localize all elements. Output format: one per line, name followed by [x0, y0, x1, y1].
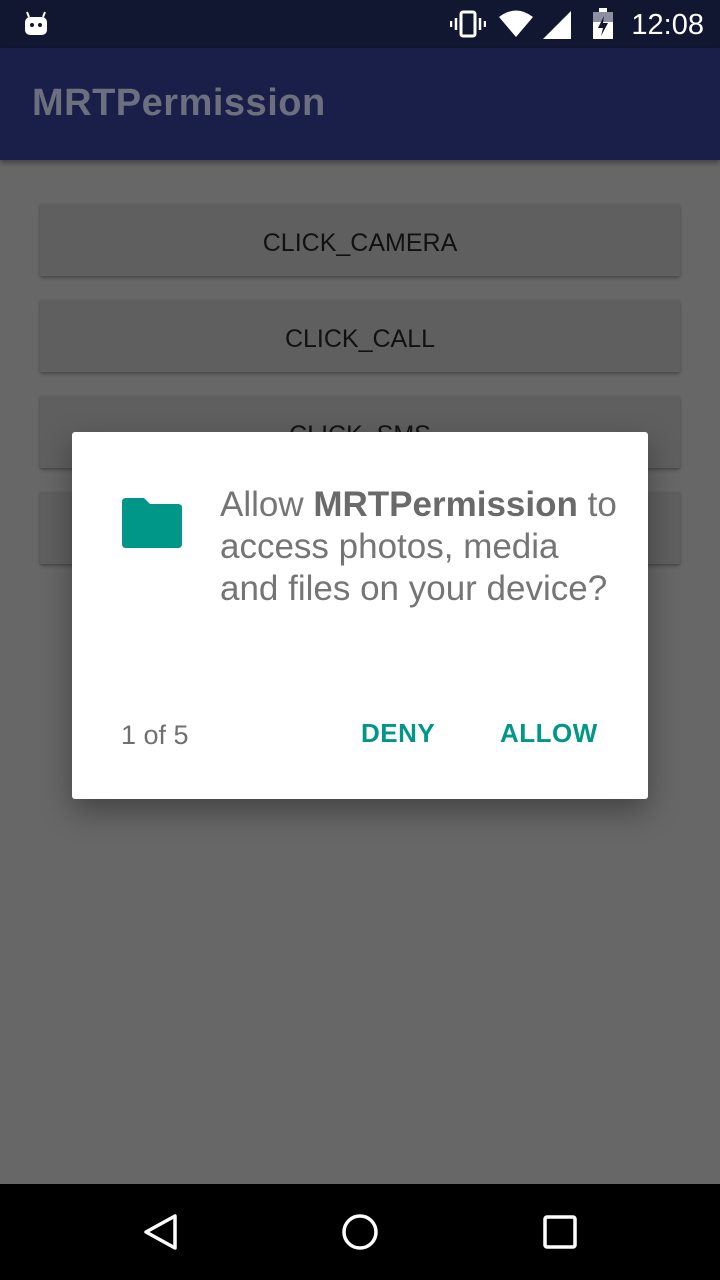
android-debug-icon	[25, 11, 47, 35]
screen: 12:08 MRTPermission CLICK_CAMERA CLICK_C…	[0, 0, 720, 1280]
page-counter: 1 of 5	[121, 720, 189, 750]
folder-icon	[122, 498, 182, 548]
app-bar: MRTPermission	[0, 48, 720, 160]
allow-button[interactable]: ALLOW	[494, 714, 604, 753]
vibrate-icon	[450, 10, 486, 38]
permission-dialog: Allow MRTPermission to access photos, me…	[72, 432, 648, 799]
home-icon[interactable]	[340, 1212, 380, 1252]
status-time: 12:08	[631, 9, 704, 41]
deny-button[interactable]: DENY	[355, 714, 441, 753]
status-bar: 12:08	[0, 0, 720, 48]
recents-icon[interactable]	[540, 1212, 580, 1252]
click-call-button[interactable]: CLICK_CALL	[40, 300, 680, 372]
click-camera-button[interactable]: CLICK_CAMERA	[40, 204, 680, 276]
back-icon[interactable]	[140, 1212, 180, 1252]
navigation-bar	[0, 1184, 720, 1280]
battery-icon	[593, 8, 613, 39]
app-title: MRTPermission	[32, 82, 326, 124]
permission-message: Allow MRTPermission to access photos, me…	[220, 484, 620, 610]
message-app-name: MRTPermission	[313, 485, 578, 524]
signal-icon	[543, 11, 571, 39]
message-prefix: Allow	[220, 485, 314, 524]
wifi-icon	[499, 10, 533, 37]
